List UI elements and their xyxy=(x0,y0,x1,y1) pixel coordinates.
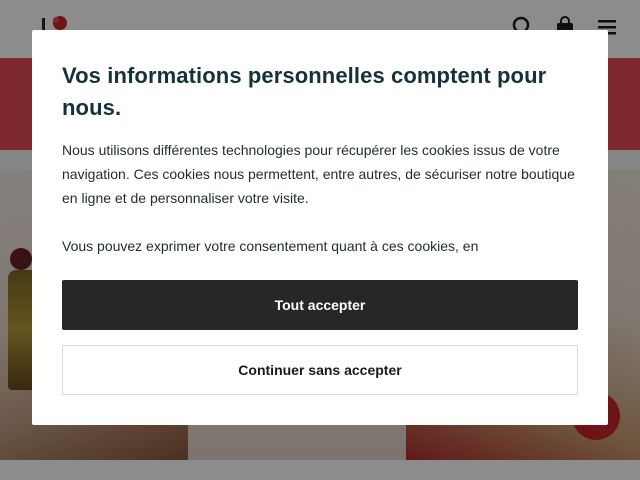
accept-all-button[interactable]: Tout accepter xyxy=(62,280,578,330)
continue-without-accepting-button[interactable]: Continuer sans accepter xyxy=(62,345,578,395)
consent-paragraph-1: Nous utilisons différentes technologies … xyxy=(62,142,575,206)
modal-title: Vos informations personnelles comptent p… xyxy=(62,63,547,120)
cookie-consent-modal: Vos informations personnelles comptent p… xyxy=(32,30,608,425)
consent-paragraph-2: Vous pouvez exprimer votre consentement … xyxy=(62,238,479,254)
